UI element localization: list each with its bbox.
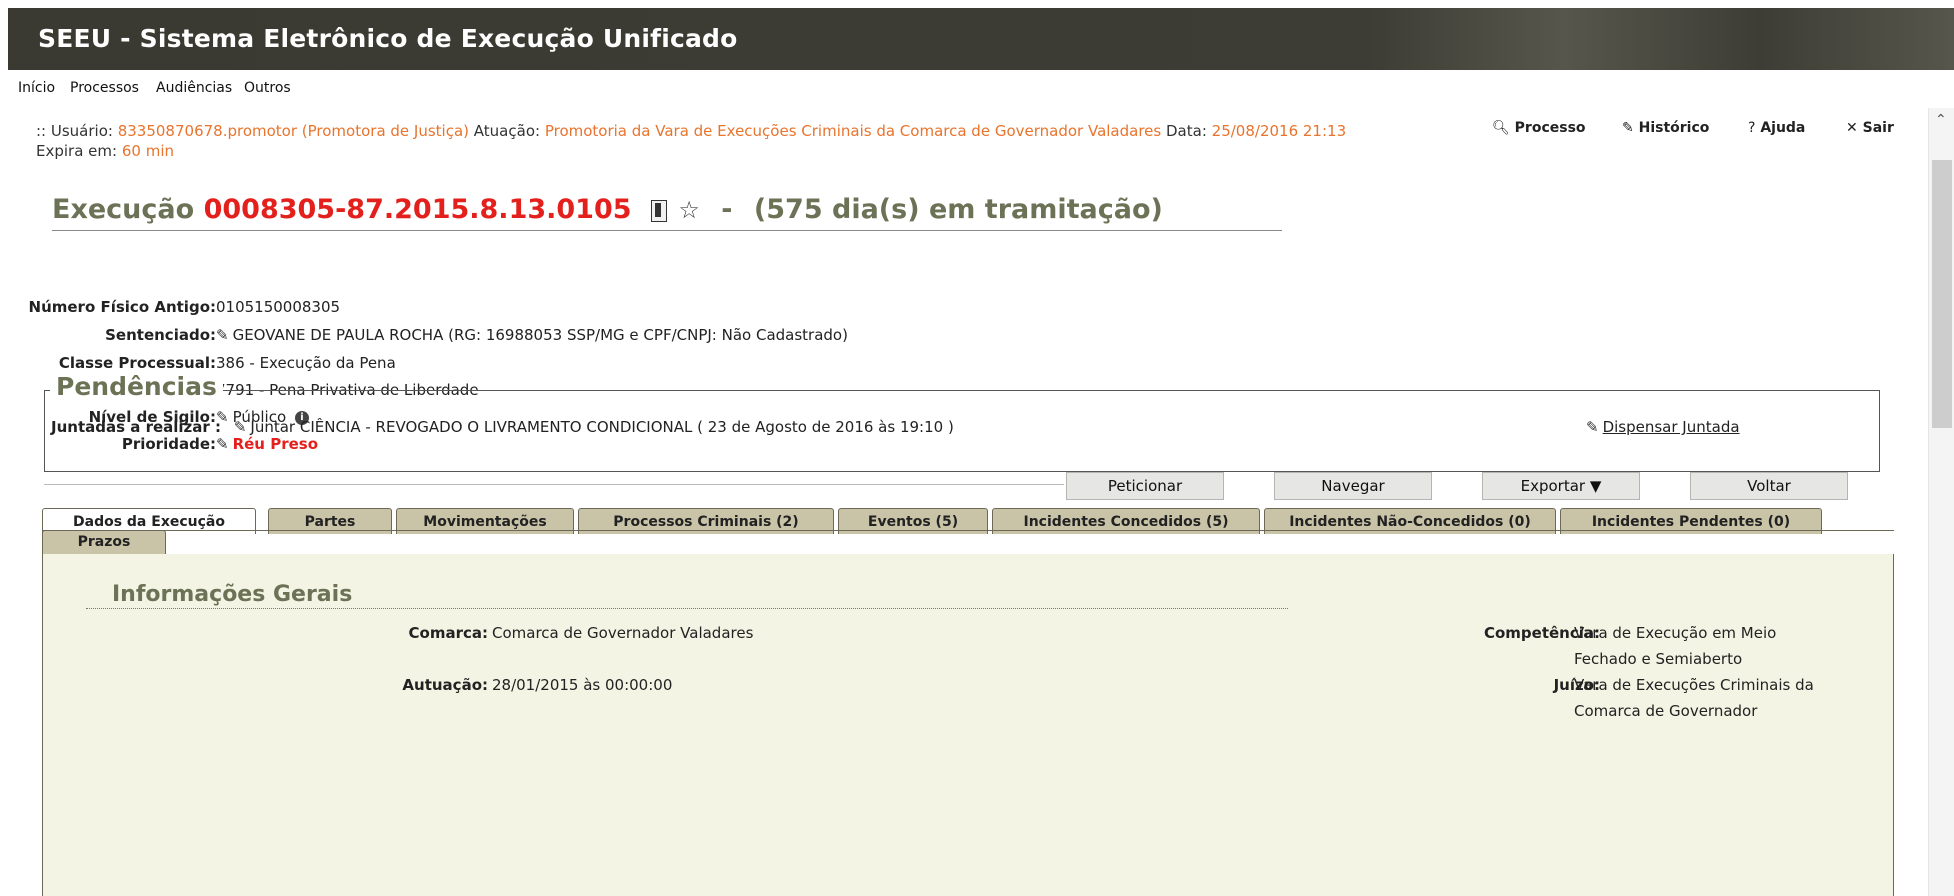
tabs-underline <box>42 530 1894 531</box>
session-expiry: Expira em: 60 min <box>36 142 174 160</box>
tab-prazos[interactable]: Prazos <box>42 530 166 554</box>
pencil-icon: ✎ <box>1586 418 1599 436</box>
star-icon[interactable]: ☆ <box>678 196 700 224</box>
session-info: :: Usuário: 83350870678.promotor (Promot… <box>36 122 1346 140</box>
competencia-value-2: Fechado e Semiaberto <box>1574 650 1743 668</box>
section-title: Informações Gerais <box>112 582 353 607</box>
atuacao-value: Promotoria da Vara de Execuções Criminai… <box>544 122 1162 140</box>
vertical-scrollbar[interactable]: ⌃ <box>1928 108 1954 896</box>
title-divider <box>52 230 1282 231</box>
actions-divider <box>44 484 1064 485</box>
expiry-value: 60 min <box>121 142 175 160</box>
date-value: 25/08/2016 21:13 <box>1211 122 1347 140</box>
juizo-value-2: Comarca de Governador <box>1574 702 1758 720</box>
numero-fisico-value: 0105150008305 <box>216 298 341 316</box>
user-value: 83350870678.promotor (Promotora de Justi… <box>117 122 470 140</box>
menu-item-processos[interactable]: Processos <box>70 80 139 96</box>
dispensar-label: Dispensar Juntada <box>1602 418 1740 436</box>
sair-link[interactable]: ✕ Sair <box>1846 120 1894 136</box>
execution-number: 0008305-87.2015.8.13.0105 <box>203 194 632 225</box>
comarca-value: Comarca de Governador Valadares <box>492 624 754 642</box>
historico-link[interactable]: ✎ Histórico <box>1622 120 1709 136</box>
edit-pencil-icon[interactable]: ✎ <box>234 418 247 436</box>
classe-label: Classe Processual: <box>58 354 216 372</box>
app-title: SEEU - Sistema Eletrônico de Execução Un… <box>38 24 738 53</box>
execution-label: Execução <box>52 194 195 225</box>
exportar-button[interactable]: Exportar ▼ <box>1482 472 1640 500</box>
processo-link[interactable]: 🔍︎ Processo <box>1492 120 1586 136</box>
juizo-value-1: Vara de Execuções Criminais da <box>1574 676 1814 694</box>
juntadas-row: Juntadas a realizar : ✎ Juntar CIÊNCIA - … <box>51 418 954 436</box>
prisoner-icon[interactable] <box>650 199 667 222</box>
juntada-value: Juntar CIÊNCIA - REVOGADO O LIVRAMENTO C… <box>250 418 954 436</box>
execution-title: Execução 0008305-87.2015.8.13.0105 ☆ - (… <box>52 194 1163 225</box>
close-icon: ✕ <box>1846 120 1858 136</box>
ajuda-link[interactable]: ? Ajuda <box>1748 120 1805 136</box>
numero-fisico-label: Número Físico Antigo: <box>28 298 216 316</box>
title-separator: - <box>721 194 733 225</box>
scroll-up-icon[interactable]: ⌃ <box>1935 112 1947 128</box>
pencil-icon: ✎ <box>1622 120 1634 136</box>
days-in-progress: (575 dia(s) em tramitação) <box>753 194 1163 225</box>
section-divider <box>86 608 1288 609</box>
processo-label: Processo <box>1514 120 1586 136</box>
sentenciado-value: GEOVANE DE PAULA ROCHA (RG: 16988053 SSP… <box>232 326 848 344</box>
ajuda-label: Ajuda <box>1760 120 1806 136</box>
juntadas-label: Juntadas a realizar : <box>51 418 222 436</box>
peticionar-button[interactable]: Peticionar <box>1066 472 1224 500</box>
competencia-value-1: Vara de Execução em Meio <box>1574 624 1777 642</box>
app-header: SEEU - Sistema Eletrônico de Execução Un… <box>8 8 1954 70</box>
navegar-button[interactable]: Navegar <box>1274 472 1432 500</box>
atuacao-label: Atuação: <box>473 122 541 140</box>
voltar-button[interactable]: Voltar <box>1690 472 1848 500</box>
main-menu: Início Processos Audiências Outros <box>8 70 1954 109</box>
date-label: Data: <box>1166 122 1207 140</box>
menu-item-outros[interactable]: Outros <box>244 80 291 96</box>
sair-label: Sair <box>1862 120 1894 136</box>
historico-label: Histórico <box>1638 120 1710 136</box>
expiry-label: Expira em: <box>36 142 118 160</box>
comarca-label: Comarca: <box>408 624 488 642</box>
menu-item-audiencias[interactable]: Audiências <box>156 80 232 96</box>
autuacao-label: Autuação: <box>402 676 488 694</box>
classe-value: 386 - Execução da Pena <box>216 354 396 372</box>
search-icon: 🔍︎ <box>1492 120 1510 136</box>
competencia-label: Competência: <box>1483 624 1600 642</box>
autuacao-value: 28/01/2015 às 00:00:00 <box>492 676 673 694</box>
sentenciado-row: ✎ GEOVANE DE PAULA ROCHA (RG: 16988053 SS… <box>216 326 848 344</box>
juizo-label: Juízo: <box>1553 676 1600 694</box>
edit-pencil-icon[interactable]: ✎ <box>216 326 229 344</box>
main-content: :: Usuário: 83350870678.promotor (Promot… <box>8 108 1928 896</box>
pendencias-title: Pendências <box>50 372 223 401</box>
dispensar-juntada-link[interactable]: ✎ Dispensar Juntada <box>1586 418 1740 436</box>
sentenciado-label: Sentenciado: <box>105 326 216 344</box>
scrollbar-thumb[interactable] <box>1932 160 1952 428</box>
user-label: :: Usuário: <box>36 122 113 140</box>
menu-item-inicio[interactable]: Início <box>18 80 55 96</box>
help-icon: ? <box>1748 120 1756 136</box>
